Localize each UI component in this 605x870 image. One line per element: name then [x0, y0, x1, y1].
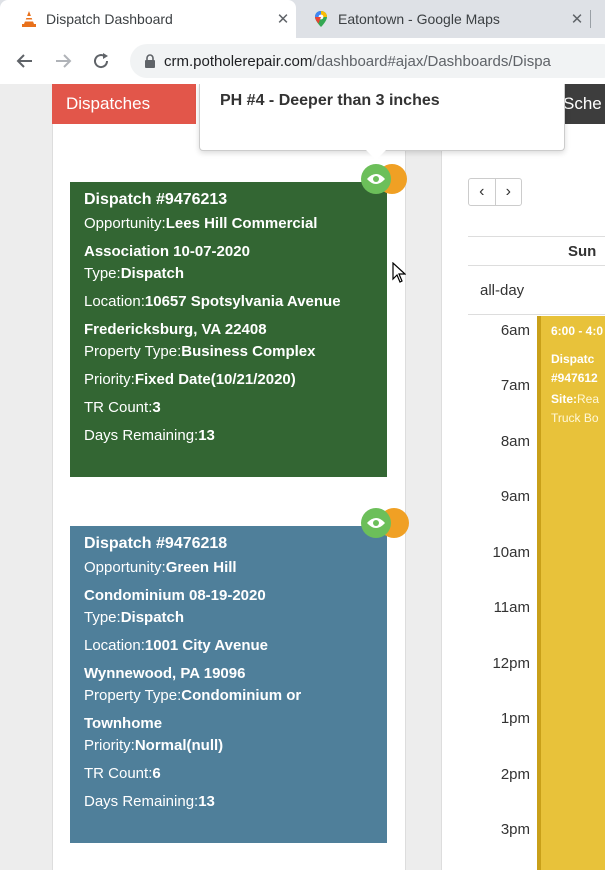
opportunity-row: Opportunity:Green Hill: [84, 559, 237, 576]
day-label: Sun: [568, 243, 597, 260]
dispatch-title: Dispatch #9476213: [84, 191, 228, 208]
all-day-label: all-day: [480, 282, 525, 299]
tooltip-arrow: [366, 150, 386, 160]
type-row: Type:Dispatch: [84, 265, 185, 282]
property-type-row: Property Type:Condominium or: [84, 687, 302, 704]
all-day-row: all-day: [468, 266, 605, 315]
dispatch-card[interactable]: Dispatch #9476218 Opportunity:Green Hill…: [70, 526, 387, 843]
type-row: Type:Dispatch: [84, 609, 185, 626]
lock-icon: [144, 54, 156, 68]
priority-row: Priority:Normal(null): [84, 737, 224, 754]
time-slot: 8am: [500, 433, 530, 450]
close-tab-icon[interactable]: ✕: [270, 10, 296, 28]
tooltip-text: PH #4 - Deeper than 3 inches: [220, 92, 440, 109]
tab-dispatch-dashboard[interactable]: Dispatch Dashboard ✕: [0, 0, 296, 38]
property-type-row: Property Type:Business Complex: [84, 343, 316, 360]
eye-icon[interactable]: [361, 164, 391, 194]
opportunity-row-cont: Condominium 08-19-2020: [84, 587, 266, 604]
mouse-cursor-icon: [392, 261, 407, 289]
event-time: 6:00 - 4:0: [551, 324, 604, 338]
time-slot: 2pm: [500, 766, 530, 783]
time-slot: 3pm: [500, 821, 530, 838]
time-slot: 12pm: [492, 655, 530, 672]
dispatches-tab[interactable]: Dispatches: [52, 84, 196, 124]
tr-count-row: TR Count:6: [84, 765, 161, 782]
days-remaining-row: Days Remaining:13: [84, 427, 215, 444]
schedule-tab[interactable]: Sche: [560, 84, 605, 124]
url-text: crm.potholerepair.com/dashboard#ajax/Das…: [164, 52, 551, 70]
location-row: Location:1001 City Avenue: [84, 637, 269, 654]
traffic-cone-icon: [20, 10, 38, 28]
tab-separator: [590, 10, 591, 28]
time-slot: 6am: [500, 322, 530, 339]
reload-icon[interactable]: [88, 48, 114, 74]
opportunity-row-cont: Association 10-07-2020: [84, 243, 250, 260]
browser-toolbar: crm.potholerepair.com/dashboard#ajax/Das…: [0, 38, 605, 85]
time-slot: 1pm: [500, 710, 530, 727]
priority-row: Priority:Fixed Date(10/21/2020): [84, 371, 296, 388]
tab-title: Eatontown - Google Maps: [338, 11, 500, 27]
forward-arrow-icon[interactable]: [50, 48, 76, 74]
event-details: Site:Rea Truck Bo: [551, 392, 600, 425]
time-slot: 10am: [492, 544, 530, 561]
tab-google-maps[interactable]: Eatontown - Google Maps ✕: [300, 0, 590, 38]
back-arrow-icon[interactable]: [12, 48, 38, 74]
dispatch-card[interactable]: Dispatch #9476213 Opportunity:Lees Hill …: [70, 182, 387, 477]
google-maps-pin-icon: [312, 10, 330, 28]
calendar-nav: ‹ ›: [468, 178, 522, 206]
location-row-cont: Fredericksburg, VA 22408: [84, 321, 267, 338]
time-slot: 9am: [500, 488, 530, 505]
event-title: Dispatc #947612: [551, 352, 598, 385]
address-bar[interactable]: crm.potholerepair.com/dashboard#ajax/Das…: [130, 44, 605, 78]
tr-count-row: TR Count:3: [84, 399, 161, 416]
calendar-day-header: Sun: [468, 236, 605, 266]
dispatch-title: Dispatch #9476218: [84, 535, 228, 552]
time-slot: 7am: [500, 377, 530, 394]
calendar-event[interactable]: 6:00 - 4:0 Dispatc #947612 Site:Rea Truc…: [537, 316, 605, 870]
time-slot: 11am: [493, 599, 530, 616]
opportunity-row: Opportunity:Lees Hill Commercial: [84, 215, 318, 232]
eye-icon[interactable]: [361, 508, 391, 538]
prev-button[interactable]: ‹: [469, 179, 496, 205]
location-row: Location:10657 Spotsylvania Avenue: [84, 293, 341, 310]
tab-title: Dispatch Dashboard: [46, 11, 173, 27]
location-row-cont: Wynnewood, PA 19096: [84, 665, 246, 682]
browser-tab-bar: Dispatch Dashboard ✕ Eatontown - Google …: [0, 0, 605, 38]
property-type-row-cont: Townhome: [84, 715, 163, 732]
time-column: 6am 7am 8am 9am 10am 11am 12pm 1pm 2pm 3…: [468, 316, 539, 870]
tooltip: PH #4 - Deeper than 3 inches: [199, 84, 565, 151]
next-button[interactable]: ›: [496, 179, 522, 205]
days-remaining-row: Days Remaining:13: [84, 793, 215, 810]
close-tab-icon[interactable]: ✕: [564, 10, 590, 28]
page-content: Dispatches Sche ‹ › Sun all-day 6am 7am …: [0, 84, 605, 870]
